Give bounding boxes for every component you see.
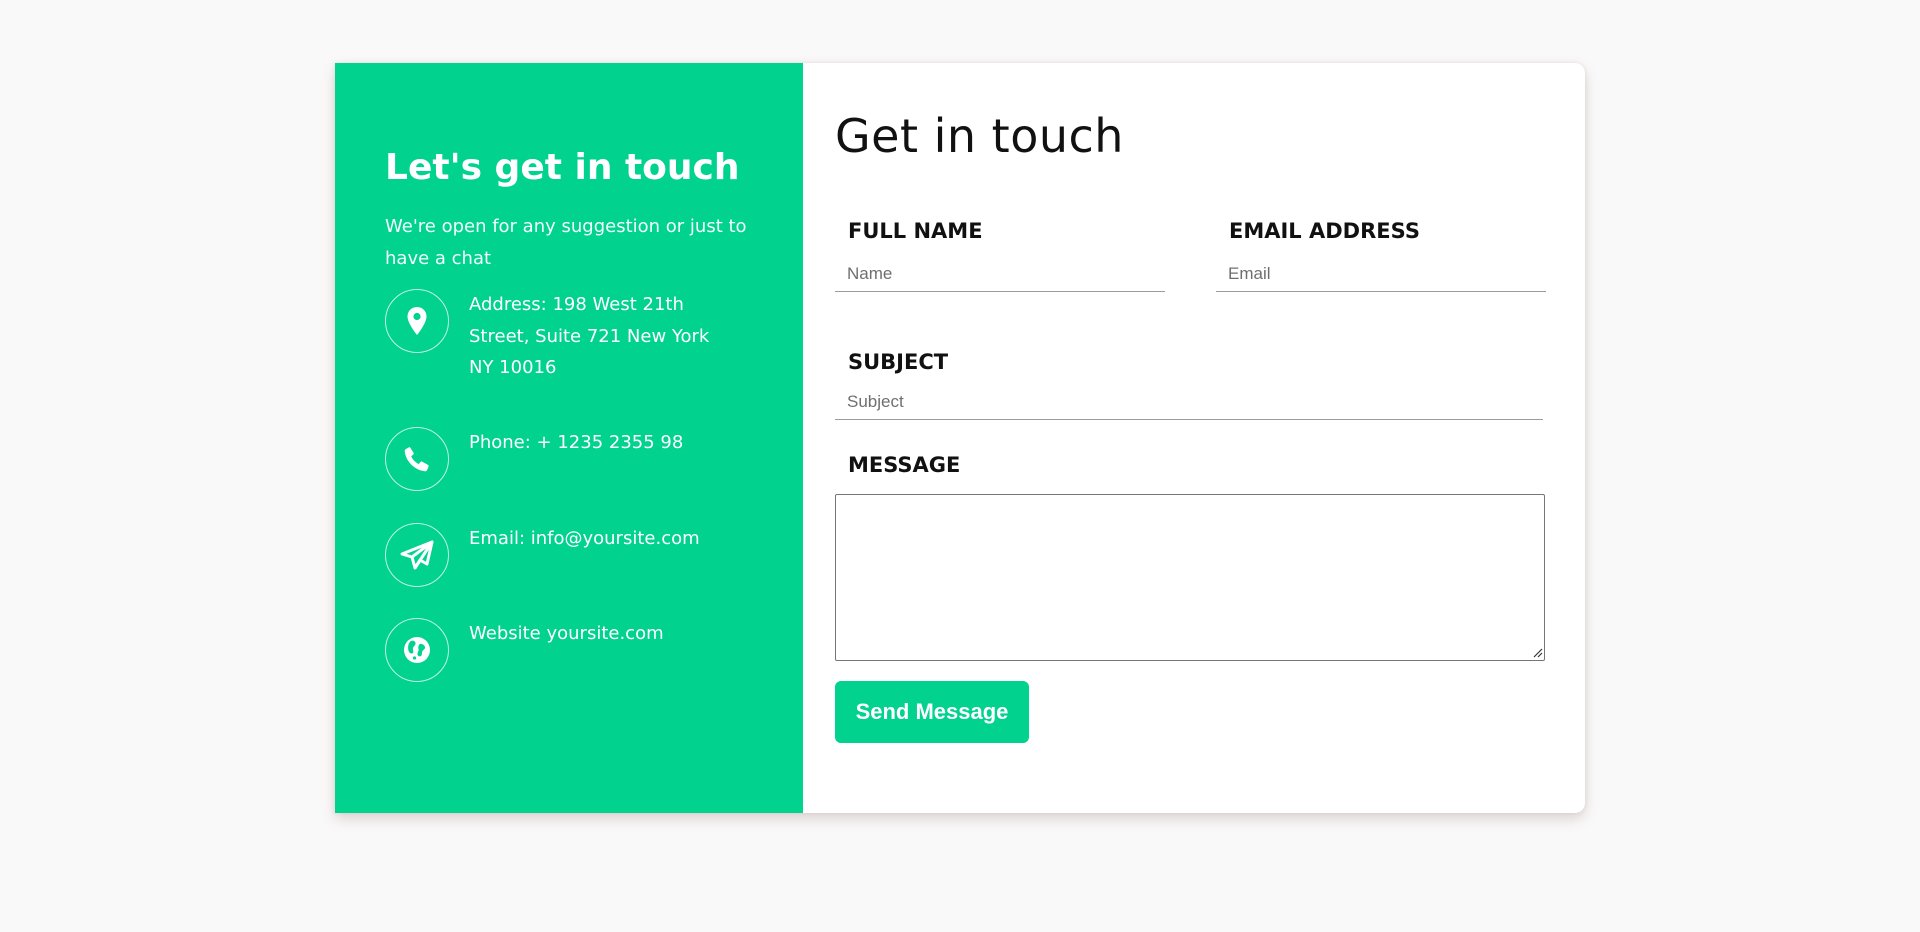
- message-textarea[interactable]: [835, 494, 1545, 661]
- address-text: Address: 198 West 21th Street, Suite 721…: [469, 294, 710, 378]
- contact-info-panel: Let's get in touch We're open for any su…: [335, 63, 803, 813]
- website-text: Website yoursite.com: [469, 623, 664, 644]
- globe-icon: [385, 618, 449, 682]
- email-text: Email: info@yoursite.com: [469, 528, 700, 549]
- map-pin-icon: [385, 289, 449, 353]
- form-title: Get in touch: [835, 109, 1124, 163]
- subject-input[interactable]: [835, 384, 1543, 420]
- email-input[interactable]: [1216, 256, 1546, 292]
- full-name-label: FULL NAME: [848, 219, 983, 243]
- contact-form: Get in touch FULL NAME EMAIL ADDRESS SUB…: [803, 63, 1585, 813]
- subject-label: SUBJECT: [848, 350, 949, 374]
- info-subtitle: We're open for any suggestion or just to…: [385, 216, 747, 269]
- phone-icon: [385, 427, 449, 491]
- resize-grip-icon[interactable]: [1533, 648, 1543, 658]
- send-message-button[interactable]: Send Message: [835, 681, 1029, 743]
- contact-card: Let's get in touch We're open for any su…: [335, 63, 1585, 813]
- phone-text: Phone: + 1235 2355 98: [469, 432, 684, 453]
- info-title: Let's get in touch: [385, 147, 740, 188]
- email-address-label: EMAIL ADDRESS: [1229, 219, 1420, 243]
- full-name-input[interactable]: [835, 256, 1165, 292]
- message-label: MESSAGE: [848, 453, 961, 477]
- paper-plane-icon: [385, 523, 449, 587]
